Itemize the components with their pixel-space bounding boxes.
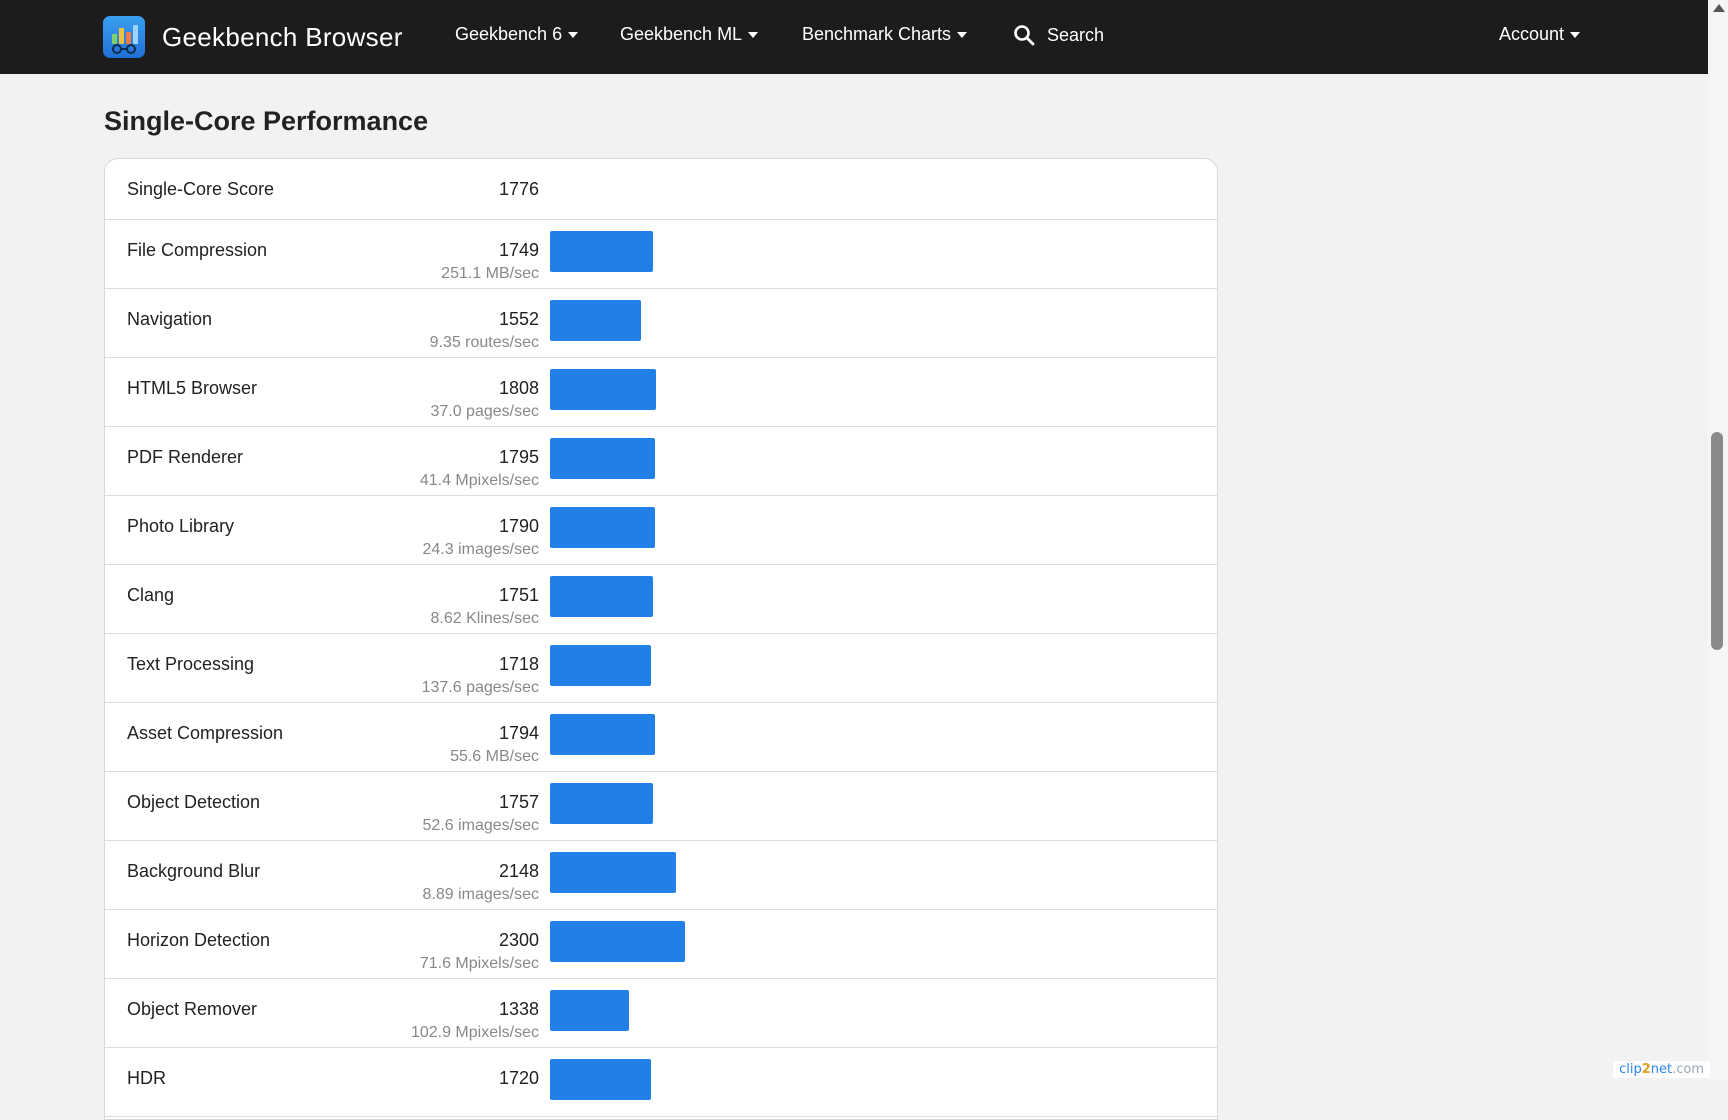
brand-name: Geekbench Browser [162, 22, 403, 53]
score-bar [550, 852, 676, 893]
single-core-score-value: 1776 [499, 179, 539, 200]
benchmark-name: Text Processing [127, 654, 254, 675]
benchmark-row: File Compression 1749 251.1 MB/sec [105, 220, 1217, 289]
benchmark-row: HDR 1720 [105, 1048, 1217, 1117]
benchmark-rows: File Compression 1749 251.1 MB/sec Navigati… [105, 220, 1217, 1117]
scroll-up-arrow-icon[interactable] [1713, 4, 1725, 12]
score-bar [550, 714, 655, 755]
benchmark-score: 1795 [499, 447, 539, 468]
benchmark-row: Horizon Detection 2300 71.6 Mpixels/sec [105, 910, 1217, 979]
caret-down-icon [957, 32, 967, 38]
single-core-results-table: Single-Core Score 1776 File Compression 1… [104, 158, 1218, 1120]
benchmark-score: 2148 [499, 861, 539, 882]
nav-account-dropdown[interactable]: Account [1499, 24, 1580, 45]
benchmark-rate: 24.3 images/sec [422, 541, 539, 559]
benchmark-rate: 137.6 pages/sec [422, 679, 539, 697]
nav-geekbench6-label: Geekbench 6 [455, 24, 562, 45]
benchmark-score: 2300 [499, 930, 539, 951]
benchmark-name: PDF Renderer [127, 447, 243, 468]
caret-down-icon [568, 32, 578, 38]
score-bar [550, 507, 655, 548]
benchmark-rate: 8.62 Klines/sec [430, 610, 539, 628]
benchmark-score: 1794 [499, 723, 539, 744]
nav-account-label: Account [1499, 24, 1564, 45]
nav-benchmark-charts-dropdown[interactable]: Benchmark Charts [802, 24, 967, 45]
benchmark-rate: 71.6 Mpixels/sec [420, 955, 539, 973]
benchmark-name: Object Remover [127, 999, 257, 1020]
score-bar [550, 645, 651, 686]
benchmark-score: 1757 [499, 792, 539, 813]
benchmark-row: PDF Renderer 1795 41.4 Mpixels/sec [105, 427, 1217, 496]
caret-down-icon [1570, 32, 1580, 38]
nav-geekbench-ml-label: Geekbench ML [620, 24, 742, 45]
nav-benchmark-charts-label: Benchmark Charts [802, 24, 951, 45]
single-core-score-label: Single-Core Score [127, 179, 274, 200]
nav-geekbench-ml-dropdown[interactable]: Geekbench ML [620, 24, 758, 45]
benchmark-rate: 52.6 images/sec [422, 817, 539, 835]
benchmark-name: Object Detection [127, 792, 260, 813]
brand-link[interactable]: Geekbench Browser [103, 16, 403, 58]
benchmark-rate: 37.0 pages/sec [430, 403, 539, 421]
benchmark-rate: 55.6 MB/sec [450, 748, 539, 766]
score-bar [550, 576, 653, 617]
search-icon [1013, 24, 1035, 46]
benchmark-row: Object Remover 1338 102.9 Mpixels/sec [105, 979, 1217, 1048]
benchmark-rate: 102.9 Mpixels/sec [411, 1024, 539, 1042]
benchmark-name: Photo Library [127, 516, 234, 537]
score-bar [550, 300, 641, 341]
score-bar [550, 783, 653, 824]
benchmark-row: Navigation 1552 9.35 routes/sec [105, 289, 1217, 358]
benchmark-rate: 41.4 Mpixels/sec [420, 472, 539, 490]
nav-search-label: Search [1047, 25, 1104, 46]
benchmark-score: 1552 [499, 309, 539, 330]
nav-geekbench6-dropdown[interactable]: Geekbench 6 [455, 24, 578, 45]
benchmark-score: 1720 [499, 1068, 539, 1089]
top-navbar: Geekbench Browser Geekbench 6 Geekbench … [0, 0, 1708, 74]
benchmark-name: Asset Compression [127, 723, 283, 744]
benchmark-row: HTML5 Browser 1808 37.0 pages/sec [105, 358, 1217, 427]
caret-down-icon [748, 32, 758, 38]
watermark-part: clip [1619, 1062, 1642, 1077]
section-title: Single-Core Performance [104, 106, 428, 137]
benchmark-score: 1749 [499, 240, 539, 261]
watermark-part: net [1651, 1062, 1672, 1077]
benchmark-name: File Compression [127, 240, 267, 261]
score-bar [550, 231, 653, 272]
benchmark-score: 1718 [499, 654, 539, 675]
benchmark-row: Clang 1751 8.62 Klines/sec [105, 565, 1217, 634]
watermark-part: .com [1672, 1062, 1704, 1077]
watermark-part: 2 [1642, 1062, 1651, 1077]
benchmark-rate: 9.35 routes/sec [430, 334, 539, 352]
benchmark-score: 1338 [499, 999, 539, 1020]
benchmark-name: Horizon Detection [127, 930, 270, 951]
benchmark-score: 1790 [499, 516, 539, 537]
benchmark-row: Asset Compression 1794 55.6 MB/sec [105, 703, 1217, 772]
benchmark-name: HDR [127, 1068, 166, 1089]
benchmark-rate: 251.1 MB/sec [441, 265, 539, 283]
benchmark-row: Object Detection 1757 52.6 images/sec [105, 772, 1217, 841]
score-bar [550, 921, 685, 962]
benchmark-name: Navigation [127, 309, 212, 330]
nav-search-link[interactable]: Search [1013, 24, 1104, 46]
watermark: clip2net.com [1613, 1061, 1710, 1078]
geekbench-logo-icon [103, 16, 145, 58]
single-core-score-row: Single-Core Score 1776 [105, 159, 1217, 220]
score-bar [550, 990, 629, 1031]
scrollbar-thumb[interactable] [1711, 432, 1723, 650]
benchmark-score: 1751 [499, 585, 539, 606]
benchmark-row: Text Processing 1718 137.6 pages/sec [105, 634, 1217, 703]
benchmark-name: Clang [127, 585, 174, 606]
benchmark-score: 1808 [499, 378, 539, 399]
benchmark-rate: 8.89 images/sec [422, 886, 539, 904]
benchmark-row: Background Blur 2148 8.89 images/sec [105, 841, 1217, 910]
benchmark-row: Photo Library 1790 24.3 images/sec [105, 496, 1217, 565]
score-bar [550, 438, 655, 479]
benchmark-name: HTML5 Browser [127, 378, 257, 399]
page-scrollbar[interactable] [1708, 0, 1728, 1080]
score-bar [550, 369, 656, 410]
benchmark-name: Background Blur [127, 861, 260, 882]
